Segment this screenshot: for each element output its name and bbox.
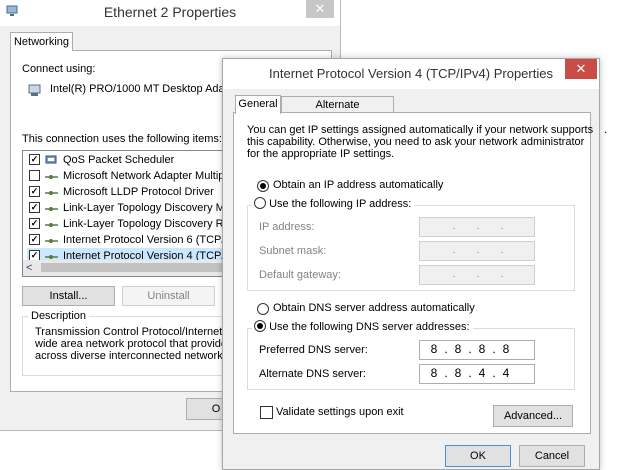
ip-dot: . — [476, 244, 480, 256]
octet: 8 — [430, 366, 438, 380]
ip-dot: . — [452, 268, 456, 280]
alternate-dns-label: Alternate DNS server: — [259, 368, 366, 380]
default-gateway-label: Default gateway: — [259, 269, 341, 281]
item-label: QoS Packet Scheduler — [63, 154, 175, 166]
protocol-icon — [45, 191, 58, 195]
window-title: Ethernet 2 Properties — [103, 4, 237, 20]
octet: 8 — [478, 342, 486, 356]
checkbox[interactable]: ✓ — [29, 186, 40, 197]
ok-button[interactable]: OK — [445, 445, 511, 467]
preferred-dns-field[interactable]: 8 . 8 . 8 . 8 — [419, 340, 535, 360]
connect-using-label: Connect using: — [22, 63, 96, 75]
item-label: Microsoft LLDP Protocol Driver — [63, 186, 214, 198]
ip-dot: . — [492, 342, 496, 356]
subnet-mask-label: Subnet mask: — [259, 245, 327, 257]
octet: 4 — [502, 366, 510, 380]
obtain-dns-label[interactable]: Obtain DNS server address automatically — [273, 302, 475, 314]
octet: 4 — [478, 366, 486, 380]
item-label: Internet Protocol Version 6 (TCP/IPv — [63, 234, 241, 246]
protocol-icon — [45, 175, 58, 179]
intro-line: for the appropriate IP settings. — [247, 148, 395, 160]
ip-dot: . — [444, 342, 448, 356]
checkbox[interactable]: ✓ — [29, 202, 40, 213]
network-adapter-icon — [28, 84, 41, 96]
cancel-button[interactable]: Cancel — [519, 445, 585, 467]
radio-dot — [260, 183, 266, 189]
window-title: Internet Protocol Version 4 (TCP/IPv4) P… — [269, 66, 553, 81]
validate-checkbox[interactable] — [260, 406, 273, 419]
items-label: This connection uses the following items… — [22, 133, 222, 145]
ip-address-label: IP address: — [259, 221, 315, 233]
alternate-dns-field[interactable]: 8 . 8 . 4 . 4 — [419, 364, 535, 384]
subnet-mask-field[interactable]: . . . — [419, 241, 535, 261]
item-label: Microsoft Network Adapter Multiplexo — [63, 170, 245, 182]
use-ip-label[interactable]: Use the following IP address: — [269, 198, 411, 210]
octet: 8 — [430, 342, 438, 356]
stray-mark: . — [604, 122, 608, 136]
description-line: across diverse interconnected networks. — [35, 350, 232, 362]
protocol-icon — [45, 239, 58, 243]
uninstall-button[interactable]: Uninstall — [122, 286, 215, 306]
close-button[interactable]: ✕ — [565, 59, 597, 79]
preferred-dns-label: Preferred DNS server: — [259, 344, 368, 356]
scroll-thumb[interactable] — [41, 263, 241, 272]
description-line: Transmission Control Protocol/Internet P… — [35, 326, 252, 338]
ip-dot: . — [500, 244, 504, 256]
intro-line: this capability. Otherwise, you need to … — [247, 136, 585, 148]
checkbox[interactable]: ✓ — [29, 218, 40, 229]
ip-dot: . — [492, 366, 496, 380]
checkbox[interactable] — [29, 170, 40, 181]
tab-networking[interactable]: Networking — [10, 32, 73, 51]
use-dns-row[interactable]: Use the following DNS server addresses: — [252, 320, 473, 334]
use-dns-label[interactable]: Use the following DNS server addresses: — [269, 321, 470, 333]
close-button[interactable]: ✕ — [306, 0, 334, 18]
obtain-ip-radio[interactable] — [257, 180, 269, 192]
ip-dot: . — [452, 244, 456, 256]
tab-general[interactable]: General — [235, 95, 281, 114]
ip-address-field[interactable]: . . . — [419, 217, 535, 237]
qos-icon — [45, 155, 57, 164]
use-ip-radio[interactable] — [254, 197, 266, 210]
ip-dot: . — [452, 220, 456, 232]
ip-dot: . — [500, 268, 504, 280]
octet: 8 — [502, 342, 510, 356]
ip-dot: . — [444, 366, 448, 380]
radio-dot — [257, 323, 263, 330]
ipv4-properties-window: Internet Protocol Version 4 (TCP/IPv4) P… — [222, 58, 600, 470]
obtain-ip-label[interactable]: Obtain an IP address automatically — [273, 179, 443, 191]
use-ip-row[interactable]: Use the following IP address: — [252, 197, 415, 211]
obtain-dns-radio[interactable] — [257, 303, 269, 315]
install-button[interactable]: Install... — [22, 286, 115, 306]
default-gateway-field[interactable]: . . . — [419, 265, 535, 285]
ip-dot: . — [468, 342, 472, 356]
protocol-icon — [45, 223, 58, 227]
octet: 8 — [454, 366, 462, 380]
scroll-left-icon[interactable]: < — [26, 260, 32, 276]
checkbox[interactable]: ✓ — [29, 234, 40, 245]
item-label: Link-Layer Topology Discovery Mapp — [63, 202, 244, 214]
item-label: Link-Layer Topology Discovery Resp — [63, 218, 242, 230]
description-label: Description — [28, 310, 90, 322]
ip-dot: . — [476, 268, 480, 280]
ip-dot: . — [476, 220, 480, 232]
description-line: wide area network protocol that provides… — [35, 338, 248, 350]
use-dns-radio[interactable] — [254, 320, 266, 333]
octet: 8 — [454, 342, 462, 356]
validate-label[interactable]: Validate settings upon exit — [276, 406, 404, 418]
checkbox[interactable]: ✓ — [29, 154, 40, 165]
ip-dot: . — [500, 220, 504, 232]
advanced-button[interactable]: Advanced... — [493, 405, 573, 427]
ip-dot: . — [468, 366, 472, 380]
adapter-name: Intel(R) PRO/1000 MT Desktop Adapte — [50, 83, 240, 95]
intro-line: You can get IP settings assigned automat… — [247, 124, 594, 136]
protocol-icon — [45, 207, 58, 211]
